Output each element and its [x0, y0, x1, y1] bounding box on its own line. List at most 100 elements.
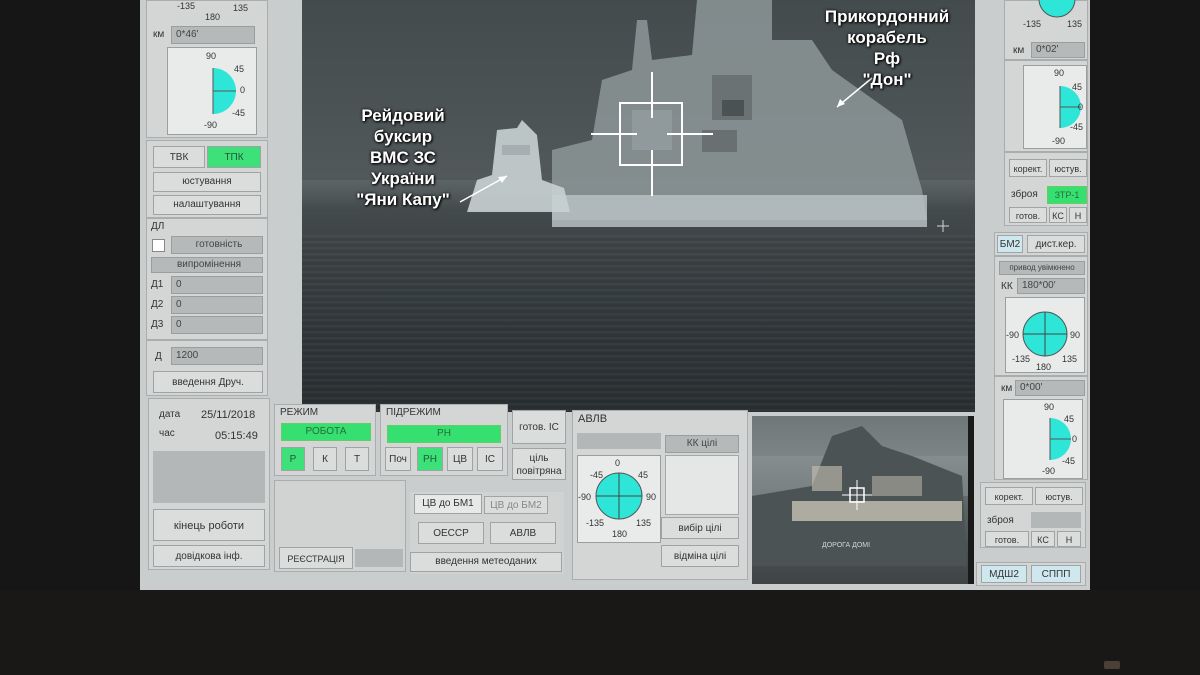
- mode-k-button[interactable]: К: [313, 447, 337, 471]
- ready-button[interactable]: готов.: [985, 531, 1029, 547]
- mode-panel: РЕЖИМ РОБОТА Р К Т: [274, 404, 376, 476]
- d2-value-field: 0: [171, 296, 263, 314]
- dial-label: -135: [1023, 19, 1042, 29]
- oessr-button[interactable]: ОЕССР: [418, 522, 484, 544]
- dial-label: 0: [1072, 434, 1078, 444]
- date-label: дата: [159, 409, 181, 420]
- registration-button[interactable]: РЕЄСТРАЦІЯ: [279, 547, 353, 569]
- bm2-elevation-dial: 90 45 0 -45 -90: [1003, 399, 1083, 479]
- ready-is-button[interactable]: готов. ІС: [512, 410, 566, 444]
- d3-label: Д3: [151, 319, 164, 330]
- dial-label: 45: [1064, 414, 1075, 424]
- adjust-button[interactable]: юстув.: [1035, 487, 1083, 505]
- tvk-mode-button[interactable]: ТВК: [153, 146, 205, 168]
- mode-t-button[interactable]: Т: [345, 447, 369, 471]
- dial-label: 90: [206, 51, 217, 61]
- time-label: час: [159, 428, 175, 439]
- mode-status: РОБОТА: [281, 423, 371, 441]
- bm2-weapon-panel: корект. юстув. зброя готов. КС Н: [980, 482, 1086, 548]
- submode-cv-button[interactable]: ЦВ: [447, 447, 473, 471]
- elevation-dial: 90 45 0 -45 -90: [167, 47, 257, 135]
- h-button[interactable]: Н: [1057, 531, 1081, 547]
- enter-meteo-button[interactable]: введення метеоданих: [410, 552, 562, 572]
- tab-bm2[interactable]: БМ2: [997, 235, 1023, 253]
- dial-label: 135: [636, 518, 652, 528]
- dial-label: 45: [234, 64, 245, 74]
- bm2-bearing-dial: -90 90 -135 135 180: [1005, 297, 1085, 373]
- d2-label: Д2: [151, 299, 164, 310]
- readiness-checkbox[interactable]: [152, 239, 165, 252]
- target-designation-area: ЦВ до БМ1 ЦВ до БМ2 ОЕССР АВЛВ введення …: [410, 492, 564, 574]
- km-value-field: 0*46': [171, 26, 255, 44]
- dial-label: -90: [1042, 466, 1056, 476]
- h-button[interactable]: Н: [1069, 207, 1087, 223]
- km-label: км: [153, 29, 165, 40]
- end-work-button[interactable]: кінець роботи: [153, 509, 265, 541]
- dial-label: -135: [586, 518, 605, 528]
- drive-status: привод увімкнено: [999, 261, 1085, 275]
- dial-label: 180: [612, 529, 628, 539]
- adjust-button[interactable]: юстув.: [1049, 159, 1087, 177]
- ship-name-text: ДОРОГА ДОМІ: [822, 542, 871, 549]
- mode-r-button[interactable]: Р: [281, 447, 305, 471]
- enter-range-button[interactable]: введення Друч.: [153, 371, 263, 393]
- weapon-label: зброя: [1011, 189, 1038, 200]
- right-elevation-panel: 90 45 0 -45 -90: [1004, 60, 1088, 152]
- mdsh2-button[interactable]: МДШ2: [981, 565, 1027, 583]
- tpk-mode-button[interactable]: ТПК: [207, 146, 261, 168]
- dial-label: 0: [240, 85, 246, 95]
- settings-button[interactable]: налаштування: [153, 195, 261, 215]
- kk-targets-list[interactable]: [665, 455, 739, 515]
- tab-cv-bm2[interactable]: ЦВ до БМ2: [484, 496, 548, 514]
- submode-status: РН: [387, 425, 501, 443]
- reject-target-button[interactable]: відміна цілі: [661, 545, 739, 567]
- info-blank-area: [153, 451, 265, 503]
- time-value: 05:15:49: [215, 430, 258, 442]
- d1-label: Д1: [151, 279, 164, 290]
- ready-button[interactable]: готов.: [1009, 207, 1047, 223]
- emission-indicator: випромінення: [151, 257, 263, 273]
- dial-label: -45: [1062, 456, 1076, 466]
- bottom-right-tabs: МДШ2 СППП: [976, 562, 1086, 586]
- mode-title: РЕЖИМ: [280, 407, 319, 418]
- tab-cv-bm1[interactable]: ЦВ до БМ1: [414, 494, 482, 514]
- dial-label: 45: [1072, 82, 1083, 92]
- ks-button[interactable]: КС: [1049, 207, 1067, 223]
- reference-info-button[interactable]: довідкова інф.: [153, 545, 265, 567]
- adjust-button[interactable]: юстування: [153, 172, 261, 192]
- d-value-field[interactable]: 1200: [171, 347, 263, 365]
- bm2-elevation-panel: км 0*00' 90 45 0 -45 -90: [994, 376, 1088, 480]
- bm2-panel: привод увімкнено КК 180*00' -90 90 -135 …: [994, 256, 1088, 376]
- submode-poch-button[interactable]: Поч: [385, 447, 411, 471]
- select-target-button[interactable]: вибір цілі: [661, 517, 739, 539]
- d3-value-field: 0: [171, 316, 263, 334]
- avlv-button[interactable]: АВЛВ: [490, 522, 556, 544]
- dial-label: -135: [1012, 354, 1031, 364]
- sppp-button[interactable]: СППП: [1031, 565, 1081, 583]
- ks-button[interactable]: КС: [1031, 531, 1055, 547]
- avlv-bearing-dial: 0 -45 45 -90 90 -135 135 180: [577, 455, 661, 543]
- dial-label: 90: [646, 492, 657, 502]
- dial-label: -45: [232, 108, 246, 118]
- registration-indicator: [355, 549, 403, 567]
- dial-label: 0: [1078, 102, 1084, 112]
- correct-button[interactable]: корект.: [985, 487, 1033, 505]
- crosshair-reticle: [591, 72, 713, 196]
- correct-button[interactable]: корект.: [1009, 159, 1047, 177]
- dial-label: -90: [1052, 136, 1066, 146]
- submode-rn-button[interactable]: РН: [417, 447, 443, 471]
- km-value-field: 0*00': [1015, 380, 1085, 396]
- air-target-label: ціль: [529, 453, 549, 464]
- thermal-camera-view[interactable]: Рейдовий буксир ВМС ЗС України "Яни Капу…: [302, 0, 975, 412]
- dial-label: 180: [205, 12, 221, 22]
- dial-label: 90: [1044, 402, 1055, 412]
- info-panel: дата 25/11/2018 час 05:15:49 кінець робо…: [148, 398, 270, 570]
- manual-range-panel: Д 1200 введення Друч.: [146, 340, 268, 396]
- remote-control-button[interactable]: дист.кер.: [1027, 235, 1085, 253]
- air-target-button[interactable]: ціль повітряна: [512, 448, 566, 480]
- avlv-status-field: [577, 433, 661, 449]
- tv-camera-thumbnail[interactable]: ДОРОГА ДОМІ: [752, 416, 974, 584]
- submode-is-button[interactable]: ІС: [477, 447, 503, 471]
- right-weapon-panel: корект. юстув. зброя ЗТР-1 готов. КС Н: [1004, 152, 1088, 226]
- km-label: км: [1001, 383, 1013, 394]
